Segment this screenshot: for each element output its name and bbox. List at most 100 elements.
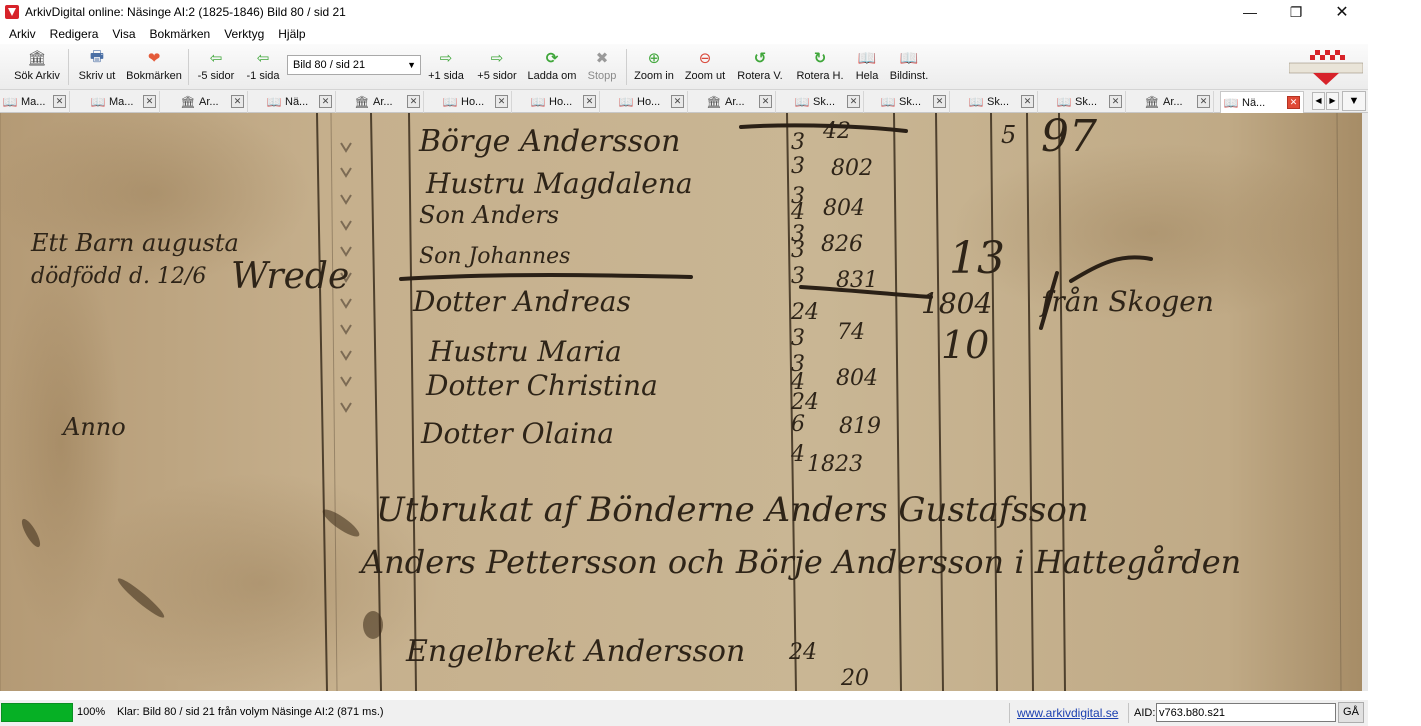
svg-text:826: 826 [821,232,863,257]
close-icon[interactable]: ✕ [143,95,156,108]
tab-ar-4[interactable]: 🏛 Ar... ✕ [1142,91,1214,113]
archive-building-icon: 🏛 [706,95,722,109]
print-button[interactable]: 🖶 Skriv ut [74,48,120,88]
svg-text:Engelbrekt Andersson: Engelbrekt Andersson [405,634,745,669]
menu-arkiv[interactable]: Arkiv [2,24,43,44]
tab-ho-3[interactable]: 📖 Ho... ✕ [616,91,688,113]
close-icon[interactable]: ✕ [1109,95,1122,108]
maximize-button[interactable]: ❐ [1273,0,1319,24]
book-icon: 📖 [899,50,919,67]
close-icon[interactable]: ✕ [495,95,508,108]
svg-text:804: 804 [823,196,865,221]
progress-percent: 100% [77,706,106,718]
tab-ar-3[interactable]: 🏛 Ar... ✕ [704,91,776,113]
svg-text:97: 97 [1041,113,1097,162]
close-icon[interactable]: ✕ [319,95,332,108]
tab-ar-2[interactable]: 🏛 Ar... ✕ [352,91,424,113]
close-icon[interactable]: ✕ [231,95,244,108]
parish-register-image: Börge Andersson Hustru Magdalena Son And… [1,113,1362,691]
close-icon[interactable]: ✕ [759,95,772,108]
status-message: Klar: Bild 80 / sid 21 från volym Näsing… [117,706,384,718]
stop-button[interactable]: ✖ Stopp [584,48,620,88]
svg-text:dödfödd d. 12/6: dödfödd d. 12/6 [31,264,206,289]
viewer-scrollbar[interactable] [1362,113,1368,691]
archive-building-icon: 🏛 [180,95,196,109]
close-icon[interactable]: ✕ [1021,95,1034,108]
tab-scroll-left-button[interactable]: ◀ [1312,92,1325,110]
page-select[interactable]: Bild 80 / sid 21 ▼ [287,55,421,75]
bookmarks-button[interactable]: ❤ Bokmärken [124,48,184,88]
image-viewer[interactable]: Börge Andersson Hustru Magdalena Son And… [0,113,1362,691]
tab-ma-1[interactable]: 📖 Ma... ✕ [0,91,70,113]
menu-bokmarken[interactable]: Bokmärken [143,24,218,44]
menu-redigera[interactable]: Redigera [43,24,106,44]
toolbar-separator [188,49,189,85]
forward-1-page-button[interactable]: ⇨ +1 sida [426,48,466,88]
tab-na-1[interactable]: 📖 Nä... ✕ [264,91,336,113]
reload-button[interactable]: ⟳ Ladda om [526,48,578,88]
rotate-left-button[interactable]: ↺ Rotera V. [734,48,786,88]
close-window-button[interactable]: ✕ [1319,0,1365,24]
tab-sk-1[interactable]: 📖 Sk... ✕ [792,91,864,113]
search-archive-button[interactable]: 🏛 Sök Arkiv [12,48,62,88]
svg-text:5: 5 [1001,121,1016,149]
svg-text:Utbrukat af Bönderne Anders Gu: Utbrukat af Bönderne Anders Gustafsson [376,490,1089,530]
tab-label: Nä... [1242,96,1266,109]
svg-text:Son Johannes: Son Johannes [419,244,570,269]
reload-icon: ⟳ [545,50,559,67]
image-settings-button[interactable]: 📖 Bildinst. [888,48,930,88]
tab-scroll-right-button[interactable]: ▶ [1326,92,1339,110]
aid-input[interactable] [1156,703,1336,722]
tab-sk-2[interactable]: 📖 Sk... ✕ [878,91,950,113]
svg-text:819: 819 [839,414,881,439]
svg-text:4: 4 [790,442,805,467]
tab-ho-2[interactable]: 📖 Ho... ✕ [528,91,600,113]
back-5-pages-button[interactable]: ⇦ -5 sidor [194,48,238,88]
book-icon: 📖 [266,95,282,109]
close-icon[interactable]: ✕ [1287,96,1300,109]
book-icon: 📖 [968,95,984,109]
svg-text:802: 802 [831,156,873,181]
tab-ho-1[interactable]: 📖 Ho... ✕ [440,91,512,113]
tab-sk-4[interactable]: 📖 Sk... ✕ [1054,91,1126,113]
svg-text:Börge Andersson: Börge Andersson [418,124,680,159]
tab-sk-3[interactable]: 📖 Sk... ✕ [966,91,1038,113]
back-1-page-button[interactable]: ⇦ -1 sida [244,48,282,88]
close-icon[interactable]: ✕ [53,95,66,108]
book-icon: 📖 [530,95,546,109]
close-icon[interactable]: ✕ [671,95,684,108]
go-button[interactable]: GÅ [1338,702,1364,723]
close-icon[interactable]: ✕ [583,95,596,108]
svg-text:3: 3 [791,238,805,263]
rotate-right-button[interactable]: ↻ Rotera H. [794,48,846,88]
forward-5-pages-button[interactable]: ⇨ +5 sidor [474,48,520,88]
status-divider [1128,703,1129,723]
svg-text:74: 74 [837,320,865,345]
svg-text:från Skogen: från Skogen [1039,285,1214,318]
close-icon[interactable]: ✕ [847,95,860,108]
close-icon[interactable]: ✕ [407,95,420,108]
svg-text:42: 42 [822,119,851,144]
menu-visa[interactable]: Visa [105,24,142,44]
tab-ma-2[interactable]: 📖 Ma... ✕ [88,91,160,113]
svg-text:10: 10 [941,323,989,367]
svg-text:1804: 1804 [921,287,992,320]
arkivdigital-link[interactable]: www.arkivdigital.se [1017,706,1118,720]
svg-text:Ett Barn augusta: Ett Barn augusta [30,229,239,257]
arrow-left-icon: ⇦ [209,50,223,67]
zoom-out-button[interactable]: ⊖ Zoom ut [682,48,728,88]
close-icon[interactable]: ✕ [933,95,946,108]
tab-na-active[interactable]: 📖 Nä... ✕ [1220,91,1304,113]
printer-icon: 🖶 [89,47,105,65]
fit-whole-button[interactable]: 📖 Hela [852,48,882,88]
tab-list-dropdown-button[interactable]: ▼ [1342,91,1366,111]
menu-verktyg[interactable]: Verktyg [217,24,271,44]
svg-text:13: 13 [949,233,1005,284]
tab-ar-1[interactable]: 🏛 Ar... ✕ [178,91,248,113]
minimize-button[interactable]: — [1227,0,1273,24]
menu-hjalp[interactable]: Hjälp [271,24,312,44]
close-icon[interactable]: ✕ [1197,95,1210,108]
book-icon: 📖 [1223,95,1239,110]
tab-label: Ar... [1163,96,1183,108]
zoom-in-button[interactable]: ⊕ Zoom in [632,48,676,88]
